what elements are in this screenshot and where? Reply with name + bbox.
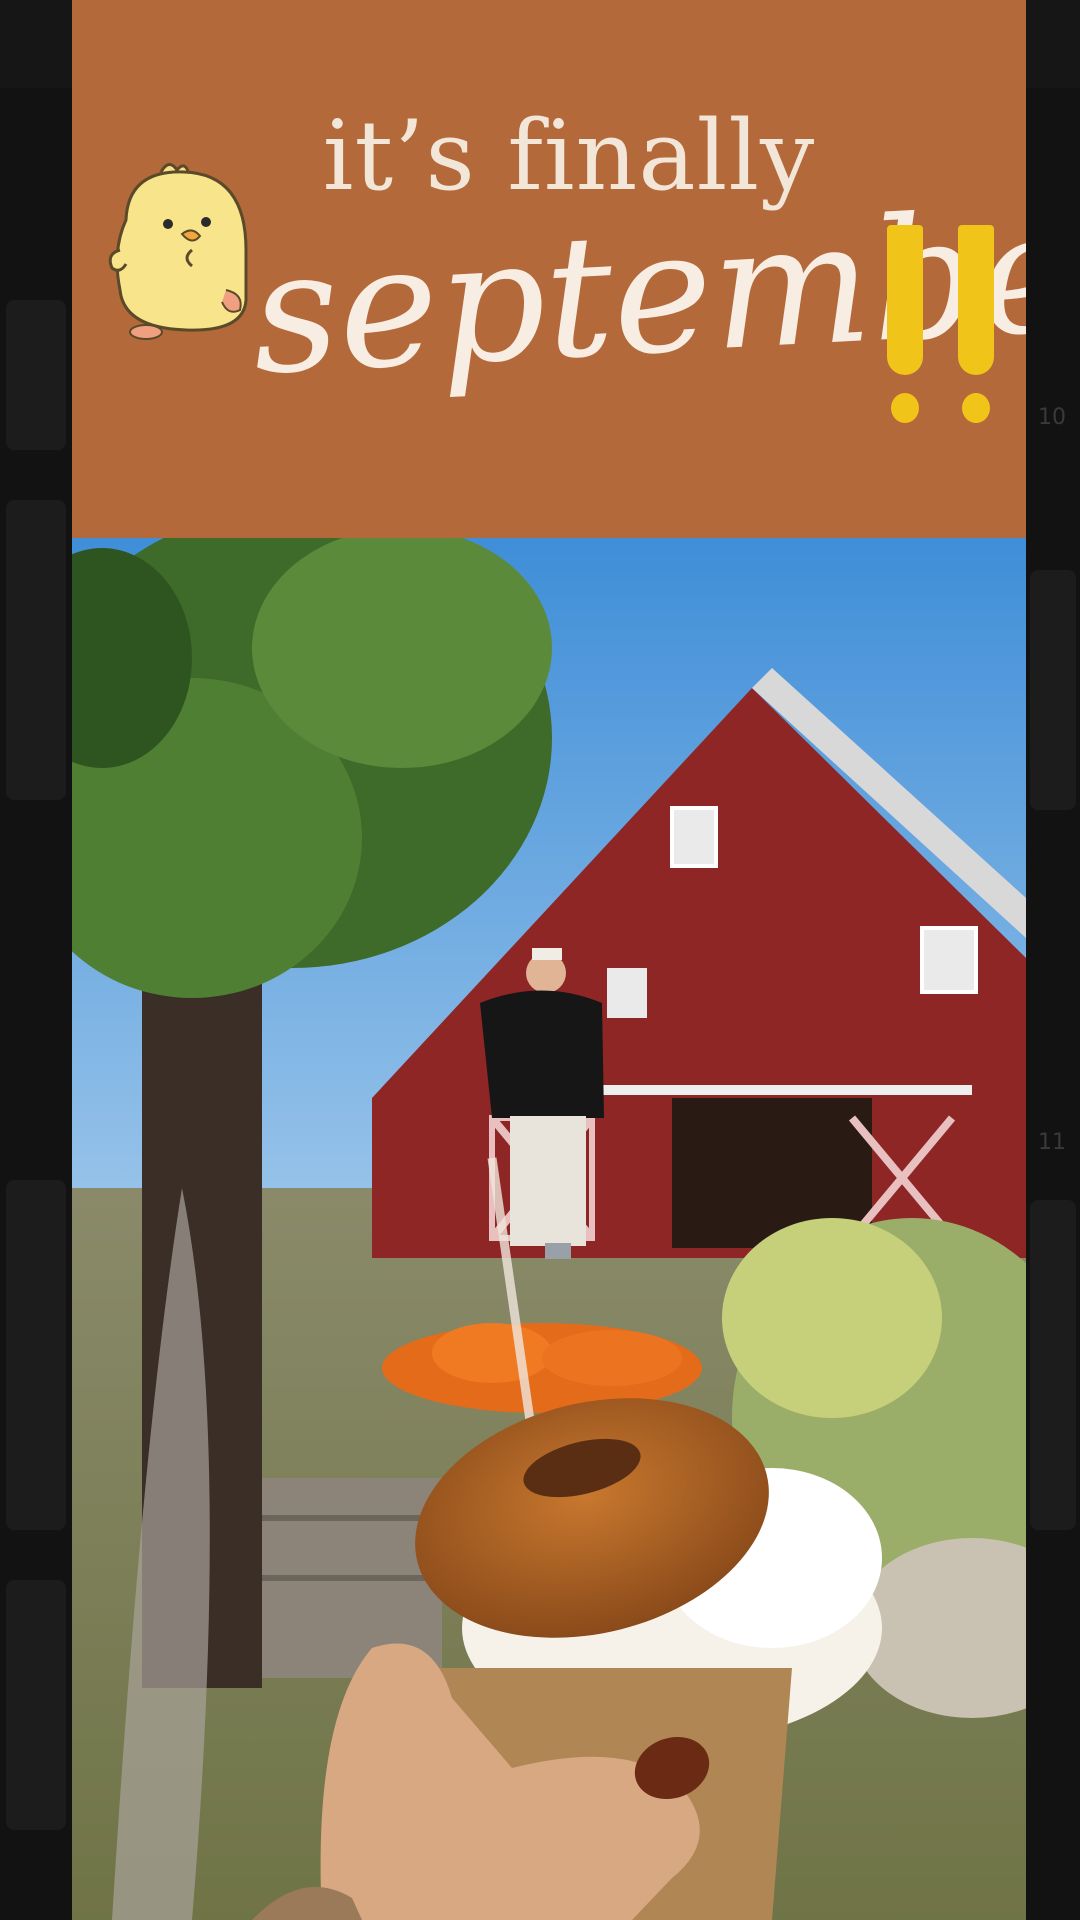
story-post[interactable]: it’s finally september	[72, 0, 1026, 1920]
exclamation-icon	[958, 225, 998, 435]
background-number: 10	[1038, 405, 1066, 430]
background-card	[6, 300, 66, 450]
banner-line-2: september	[247, 168, 1026, 413]
farm-photo	[72, 538, 1026, 1920]
background-card	[6, 500, 66, 800]
background-number: 11	[1038, 1130, 1066, 1155]
background-card	[6, 1180, 66, 1530]
background-right-strip	[1026, 88, 1080, 1920]
chick-sticker-icon	[108, 163, 248, 340]
background-card	[6, 1580, 66, 1830]
background-card	[1030, 1200, 1076, 1530]
title-banner: it’s finally september	[72, 0, 1026, 538]
background-card	[1030, 570, 1076, 810]
exclamation-icon	[887, 225, 927, 435]
